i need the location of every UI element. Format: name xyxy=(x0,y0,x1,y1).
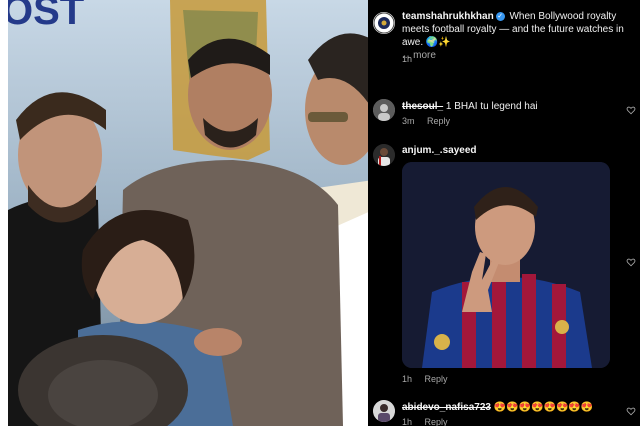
reply-button[interactable]: Reply xyxy=(425,417,448,426)
comment-time: 1h xyxy=(402,417,413,426)
comment-image[interactable] xyxy=(402,162,610,368)
comment-time: 1h xyxy=(402,374,413,384)
commenter-name[interactable]: anjum._.sayeed xyxy=(402,145,476,156)
comment-meta: 1h Reply xyxy=(402,417,448,426)
author-avatar[interactable] xyxy=(373,12,395,34)
banner-text: OST xyxy=(8,0,84,33)
commenter-avatar[interactable] xyxy=(373,99,395,121)
post-photo-illustration: OST xyxy=(8,0,368,426)
caption-text-block: teamshahrukhkhan ✓ When Bollywood royalty… xyxy=(402,10,638,62)
caption-time: 1h xyxy=(402,54,413,64)
heart-icon[interactable] xyxy=(626,105,636,115)
post-photo[interactable]: OST xyxy=(8,0,368,426)
comment-time: 3m xyxy=(402,116,415,126)
heart-icon[interactable] xyxy=(626,406,636,416)
verified-badge-icon: ✓ xyxy=(495,11,505,21)
reply-button[interactable]: Reply xyxy=(425,374,448,384)
commenter-name[interactable]: thesoul_ xyxy=(402,101,443,112)
comment-text: 1 BHAI tu legend hai xyxy=(445,101,538,112)
heart-icon[interactable] xyxy=(626,257,636,267)
author-name[interactable]: teamshahrukhkhan xyxy=(402,11,494,22)
commenter-avatar[interactable] xyxy=(373,144,395,166)
comment-text-line: thesoul_ 1 BHAI tu legend hai xyxy=(402,100,622,113)
commenter-name[interactable]: abidevo_nafisa723 xyxy=(402,402,491,413)
comment-image-illustration xyxy=(402,162,610,368)
comment-meta: 1h Reply xyxy=(402,374,448,384)
reply-button[interactable]: Reply xyxy=(427,116,450,126)
comment-text: 😍😍😍😍😍😍😍😍 xyxy=(493,402,594,413)
comment-meta: 3m Reply xyxy=(402,116,450,126)
comment-text-line: abidevo_nafisa723 😍😍😍😍😍😍😍😍 xyxy=(402,401,622,414)
commenter-avatar[interactable] xyxy=(373,400,395,422)
